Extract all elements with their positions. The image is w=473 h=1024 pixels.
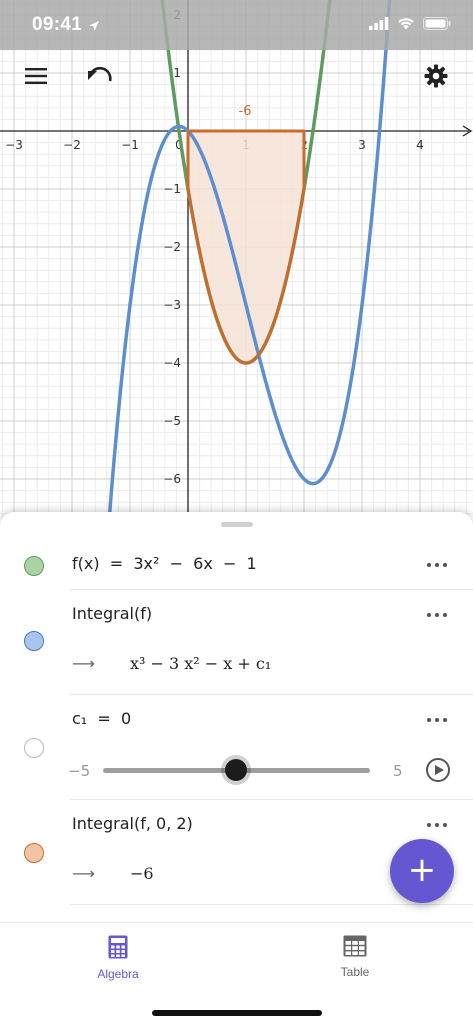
tab-algebra[interactable]: Algebra [58,935,178,981]
x-tick-label: 4 [416,138,424,152]
graph-canvas[interactable]: −3−2−10123421−1−2−3−4−5−6-6 [0,0,473,560]
gear-icon [424,64,448,92]
bottom-navigation: Algebra Table [0,922,473,1024]
tab-algebra-label: Algebra [97,967,139,981]
undo-icon [87,66,113,89]
integral-value-label: -6 [239,104,252,119]
x-tick-label: −3 [5,138,23,152]
visibility-toggle-definite-integral[interactable] [24,843,44,863]
integral-definition[interactable]: Integral(f) [72,604,152,623]
y-tick-label: −4 [163,356,181,370]
algebra-row-integral[interactable]: Integral(f) ⟶ x³ − 3 x² − x + c₁ [0,590,473,695]
wifi-icon [397,15,415,34]
more-options-button[interactable] [427,819,447,831]
more-options-button[interactable] [427,609,447,621]
x-tick-label: 3 [358,138,366,152]
integral-result: x³ − 3 x² − x + c₁ [130,654,272,673]
slider-min-label: −5 [68,762,91,780]
menu-button[interactable] [14,56,58,100]
y-tick-label: −2 [163,240,181,254]
y-tick-label: −5 [163,414,181,428]
algebra-row-slider[interactable]: c₁ = 0 [0,695,473,800]
result-arrow-icon: ⟶ [72,654,95,673]
status-bar: 09:41 [0,0,473,50]
y-tick-label: 1 [173,66,181,80]
settings-button[interactable] [414,56,458,100]
slider-max-label: 5 [393,762,403,780]
more-options-button[interactable] [427,714,447,726]
result-arrow-icon: ⟶ [72,864,95,883]
play-button[interactable] [426,758,450,782]
tab-table-label: Table [340,965,370,979]
function-definition[interactable]: f(x) = 3x² − 6x − 1 [72,554,257,573]
x-tick-label: −1 [121,138,139,152]
x-tick-label: −2 [63,138,81,152]
definite-integral-result: −6 [130,864,154,883]
home-indicator [152,1010,322,1016]
visibility-toggle-integral[interactable] [24,631,44,651]
table-icon [343,935,367,961]
location-arrow-icon [88,17,100,36]
y-tick-label: −6 [163,472,181,486]
cellular-signal-icon [369,15,389,34]
visibility-toggle-c1[interactable] [24,738,44,758]
slider-definition[interactable]: c₁ = 0 [72,709,131,728]
tab-table[interactable]: Table [295,935,415,979]
status-time: 09:41 [32,14,83,35]
y-tick-label: −1 [163,182,181,196]
calculator-icon [108,935,128,963]
y-tick-label: −3 [163,298,181,312]
slider-thumb[interactable] [225,759,247,781]
add-input-button[interactable]: + [390,839,454,903]
algebra-row-function[interactable]: f(x) = 3x² − 6x − 1 [0,540,473,590]
battery-icon [423,15,451,34]
definite-integral-definition[interactable]: Integral(f, 0, 2) [72,814,193,833]
visibility-toggle-f[interactable] [24,556,44,576]
more-options-button[interactable] [427,559,447,571]
hamburger-menu-icon [25,68,47,88]
panel-drag-handle[interactable] [221,522,253,527]
undo-button[interactable] [78,56,122,100]
